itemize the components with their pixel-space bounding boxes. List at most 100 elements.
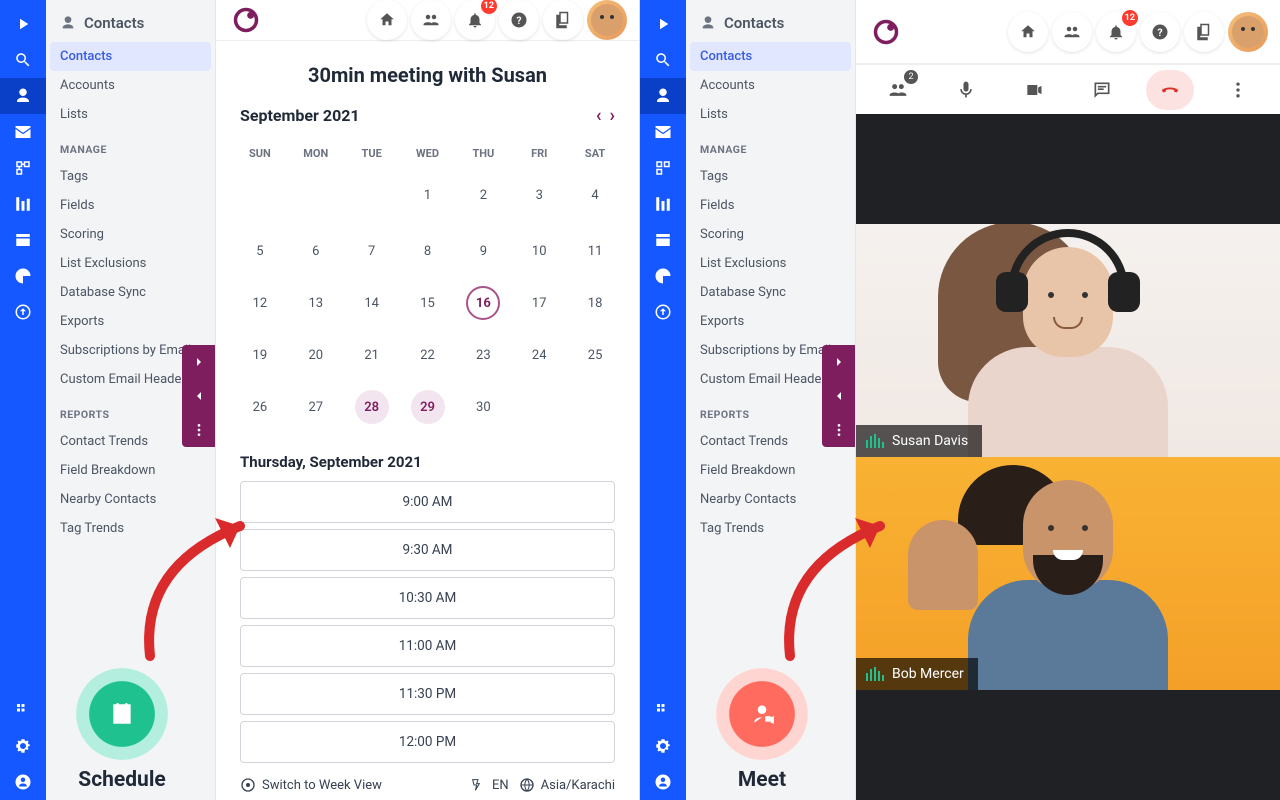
time-slot[interactable]: 12:00 PM <box>240 721 615 763</box>
time-slot[interactable]: 9:00 AM <box>240 481 615 523</box>
rail-apps-icon[interactable] <box>640 692 686 728</box>
cal-day[interactable] <box>232 169 288 225</box>
rail-contacts-icon[interactable] <box>0 78 46 114</box>
chat-icon[interactable] <box>1078 70 1126 110</box>
cal-day[interactable]: 5 <box>232 225 288 277</box>
rail-gear-icon[interactable] <box>640 728 686 764</box>
app-logo-icon[interactable] <box>868 14 904 50</box>
app-logo-icon[interactable] <box>228 2 264 38</box>
sidebar-item-fields[interactable]: Fields <box>686 191 855 220</box>
cal-day[interactable]: 7 <box>344 225 400 277</box>
rail-search-icon[interactable] <box>640 42 686 78</box>
sidebar-item-contacts[interactable]: Contacts <box>690 42 851 71</box>
switch-view-button[interactable]: Switch to Week View <box>240 777 382 793</box>
sidebar-item-scoring[interactable]: Scoring <box>686 220 855 249</box>
rail-upload-icon[interactable] <box>0 294 46 330</box>
sidebar-item-database-sync[interactable]: Database Sync <box>46 278 215 307</box>
cal-day[interactable] <box>288 169 344 225</box>
rail-reports-icon[interactable] <box>0 258 46 294</box>
rail-gear-icon[interactable] <box>0 728 46 764</box>
cal-day[interactable]: 14 <box>344 277 400 329</box>
rail-contacts-icon[interactable] <box>640 78 686 114</box>
drawer-next-icon[interactable] <box>822 345 856 379</box>
cal-day[interactable]: 22 <box>400 329 456 381</box>
people-icon[interactable] <box>1052 12 1092 52</box>
hangup-icon[interactable] <box>1146 70 1194 110</box>
cal-day[interactable]: 13 <box>288 277 344 329</box>
participants-icon[interactable]: 2 <box>874 70 922 110</box>
cal-day[interactable]: 25 <box>567 329 623 381</box>
sidebar-item-accounts[interactable]: Accounts <box>46 71 215 100</box>
cal-day[interactable]: 15 <box>400 277 456 329</box>
cal-day[interactable]: 12 <box>232 277 288 329</box>
bell-icon[interactable]: 12 <box>1096 12 1136 52</box>
time-slot[interactable]: 10:30 AM <box>240 577 615 619</box>
sidebar-item-accounts[interactable]: Accounts <box>686 71 855 100</box>
rail-mail-icon[interactable] <box>640 114 686 150</box>
sidebar-item-scoring[interactable]: Scoring <box>46 220 215 249</box>
cal-day[interactable]: 1 <box>400 169 456 225</box>
sidebar-item-field-breakdown[interactable]: Field Breakdown <box>46 456 215 485</box>
sidebar-item-field-breakdown[interactable]: Field Breakdown <box>686 456 855 485</box>
cal-day[interactable]: 19 <box>232 329 288 381</box>
camera-icon[interactable] <box>1010 70 1058 110</box>
rail-logo-icon[interactable] <box>640 6 686 42</box>
copy-icon[interactable] <box>543 0 583 40</box>
sidebar-item-tags[interactable]: Tags <box>46 162 215 191</box>
language-selector[interactable]: EN <box>470 777 509 793</box>
cal-day[interactable]: 4 <box>567 169 623 225</box>
help-icon[interactable]: ? <box>1140 12 1180 52</box>
drawer-prev-icon[interactable] <box>822 379 856 413</box>
people-icon[interactable] <box>411 0 451 40</box>
drawer-more-icon[interactable] <box>182 413 216 447</box>
drawer-more-icon[interactable] <box>822 413 856 447</box>
rail-workflow-icon[interactable] <box>640 150 686 186</box>
microphone-icon[interactable] <box>942 70 990 110</box>
home-icon[interactable] <box>1008 12 1048 52</box>
cal-day[interactable]: 21 <box>344 329 400 381</box>
cal-day[interactable]: 8 <box>400 225 456 277</box>
time-slot[interactable]: 11:00 AM <box>240 625 615 667</box>
calendar-prev-icon[interactable]: ‹ <box>596 105 602 126</box>
more-icon[interactable] <box>1214 70 1262 110</box>
cal-day[interactable]: 9 <box>455 225 511 277</box>
video-tile-bob[interactable]: Bob Mercer <box>856 457 1280 690</box>
cal-day[interactable]: 3 <box>511 169 567 225</box>
rail-reports-icon[interactable] <box>640 258 686 294</box>
cal-day[interactable]: 11 <box>567 225 623 277</box>
time-slot[interactable]: 9:30 AM <box>240 529 615 571</box>
cal-day[interactable] <box>567 381 623 437</box>
bell-icon[interactable]: 12 <box>455 0 495 40</box>
rail-workflow-icon[interactable] <box>0 150 46 186</box>
rail-calendar-icon[interactable] <box>640 222 686 258</box>
sidebar-item-lists[interactable]: Lists <box>46 100 215 129</box>
cal-day[interactable]: 18 <box>567 277 623 329</box>
cal-day[interactable] <box>344 169 400 225</box>
cal-day[interactable]: 23 <box>455 329 511 381</box>
rail-user-icon[interactable] <box>0 764 46 800</box>
cal-day[interactable]: 20 <box>288 329 344 381</box>
timezone-selector[interactable]: Asia/Karachi <box>519 777 615 793</box>
meet-button-icon[interactable] <box>716 668 808 760</box>
cal-day[interactable]: 26 <box>232 381 288 437</box>
cal-day[interactable]: 17 <box>511 277 567 329</box>
rail-deals-icon[interactable] <box>640 186 686 222</box>
sidebar-item-fields[interactable]: Fields <box>46 191 215 220</box>
avatar[interactable] <box>1228 12 1268 52</box>
cal-day[interactable]: 2 <box>455 169 511 225</box>
cal-day[interactable]: 28 <box>344 381 400 437</box>
cal-day[interactable]: 16 <box>455 277 511 329</box>
rail-upload-icon[interactable] <box>640 294 686 330</box>
video-tile-susan[interactable]: Susan Davis <box>856 224 1280 457</box>
calendar-next-icon[interactable]: › <box>610 105 615 126</box>
avatar[interactable] <box>587 0 627 40</box>
home-icon[interactable] <box>367 0 407 40</box>
cal-day[interactable]: 27 <box>288 381 344 437</box>
rail-calendar-icon[interactable] <box>0 222 46 258</box>
schedule-button-icon[interactable] <box>76 668 168 760</box>
sidebar-item-list-exclusions[interactable]: List Exclusions <box>46 249 215 278</box>
rail-mail-icon[interactable] <box>0 114 46 150</box>
copy-icon[interactable] <box>1184 12 1224 52</box>
cal-day[interactable]: 30 <box>455 381 511 437</box>
sidebar-item-database-sync[interactable]: Database Sync <box>686 278 855 307</box>
